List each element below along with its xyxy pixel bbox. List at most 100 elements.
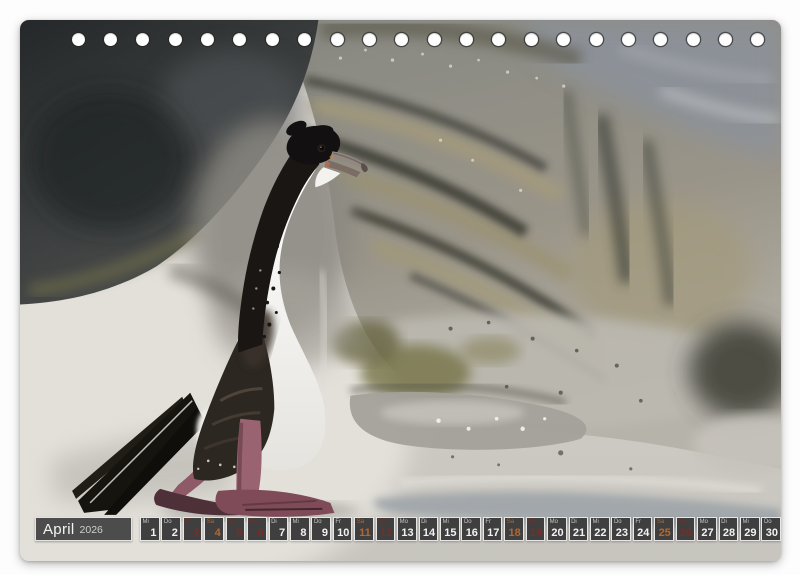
weekday-label: Mi bbox=[293, 519, 299, 525]
binding-hole bbox=[525, 33, 538, 46]
binding-hole bbox=[233, 33, 246, 46]
day-number: 5 bbox=[236, 528, 242, 539]
calendar-page: April 2026 Mi1Do2Fr3Sa4So5Mo6Di7Mi8Do9Fr… bbox=[20, 20, 781, 561]
day-number: 11 bbox=[359, 528, 371, 539]
binding-hole bbox=[719, 33, 732, 46]
weekday-label: Mi bbox=[743, 519, 749, 525]
binding-hole bbox=[169, 33, 182, 46]
weekday-label: So bbox=[378, 519, 385, 525]
day-number: 26 bbox=[680, 528, 692, 539]
day-cell-5: So5 bbox=[226, 517, 246, 541]
day-cell-25: Sa 25 bbox=[654, 517, 674, 541]
day-cell-17: Fr 17 bbox=[483, 517, 503, 541]
binding-hole bbox=[331, 33, 344, 46]
day-cell-7: Di7 bbox=[269, 517, 289, 541]
day-number: 2 bbox=[172, 528, 178, 539]
weekday-label: Di bbox=[271, 519, 277, 525]
day-cell-12: So 12 bbox=[376, 517, 396, 541]
day-number: 20 bbox=[551, 528, 563, 539]
day-number: 14 bbox=[423, 528, 435, 539]
weekday-label: Mi bbox=[143, 519, 149, 525]
binding-hole bbox=[590, 33, 603, 46]
day-cell-9: Do9 bbox=[311, 517, 331, 541]
weekday-label: So bbox=[528, 519, 535, 525]
day-number: 19 bbox=[530, 528, 542, 539]
day-cell-19: So 19 bbox=[526, 517, 546, 541]
day-number: 4 bbox=[215, 528, 221, 539]
binding-hole bbox=[622, 33, 635, 46]
day-number: 13 bbox=[401, 528, 413, 539]
weekday-label: Mo bbox=[250, 519, 258, 525]
day-number: 18 bbox=[509, 528, 521, 539]
day-cell-27: Mo27 bbox=[697, 517, 717, 541]
weekday-label: Sa bbox=[507, 519, 514, 525]
weekday-label: Do bbox=[464, 519, 472, 525]
day-cell-2: Do2 bbox=[161, 517, 181, 541]
day-number: 15 bbox=[444, 528, 456, 539]
weekday-label: Fr bbox=[335, 519, 341, 525]
weekday-label: Do bbox=[764, 519, 772, 525]
day-cell-24: Fr 24 bbox=[633, 517, 653, 541]
binding-hole bbox=[72, 33, 85, 46]
day-number: 27 bbox=[701, 528, 713, 539]
day-cell-11: Sa 11 bbox=[354, 517, 374, 541]
binding-hole bbox=[751, 33, 764, 46]
day-number: 12 bbox=[380, 528, 392, 539]
weekday-label: Mo bbox=[400, 519, 408, 525]
weekday-label: Fr bbox=[485, 519, 491, 525]
day-number: 3 bbox=[193, 528, 199, 539]
photo-cormorant-on-beach bbox=[20, 20, 781, 561]
day-cell-10: Fr 10 bbox=[333, 517, 353, 541]
day-number: 8 bbox=[300, 528, 306, 539]
weekday-label: Di bbox=[571, 519, 577, 525]
binding-hole bbox=[654, 33, 667, 46]
weekday-label: Mi bbox=[593, 519, 599, 525]
day-cell-29: Mi29 bbox=[740, 517, 760, 541]
weekday-label: Do bbox=[164, 519, 172, 525]
day-cell-13: Mo 13 bbox=[397, 517, 417, 541]
binding-hole bbox=[266, 33, 279, 46]
weekday-label: Fr bbox=[635, 519, 641, 525]
day-number: 25 bbox=[659, 528, 671, 539]
day-number: 7 bbox=[279, 528, 285, 539]
day-number: 23 bbox=[616, 528, 628, 539]
weekday-label: Mi bbox=[443, 519, 449, 525]
day-number: 28 bbox=[723, 528, 735, 539]
binding-hole bbox=[395, 33, 408, 46]
day-cell-4: Sa4 bbox=[204, 517, 224, 541]
year-label: 2026 bbox=[80, 523, 103, 536]
day-cell-3: Fr3 bbox=[183, 517, 203, 541]
day-cell-23: Do23 bbox=[611, 517, 631, 541]
calendar-product-shot: April 2026 Mi1Do2Fr3Sa4So5Mo6Di7Mi8Do9Fr… bbox=[0, 0, 800, 575]
day-cell-14: Di 14 bbox=[419, 517, 439, 541]
day-cell-26: So 26 bbox=[676, 517, 696, 541]
binding-hole bbox=[428, 33, 441, 46]
binding-hole bbox=[460, 33, 473, 46]
day-cell-18: Sa 18 bbox=[504, 517, 524, 541]
weekday-label: So bbox=[678, 519, 685, 525]
day-cell-1: Mi1 bbox=[140, 517, 160, 541]
day-number: 17 bbox=[487, 528, 499, 539]
weekday-label: Sa bbox=[357, 519, 364, 525]
day-number: 6 bbox=[258, 528, 264, 539]
binding-hole bbox=[492, 33, 505, 46]
month-bar: April 2026 bbox=[35, 517, 132, 541]
binding-hole bbox=[136, 33, 149, 46]
binding-hole bbox=[557, 33, 570, 46]
weekday-label: Sa bbox=[657, 519, 664, 525]
day-cell-15: Mi 15 bbox=[440, 517, 460, 541]
day-cell-28: Di 28 bbox=[719, 517, 739, 541]
day-number: 24 bbox=[637, 528, 649, 539]
day-number: 10 bbox=[337, 528, 349, 539]
day-number: 9 bbox=[322, 528, 328, 539]
day-number: 21 bbox=[573, 528, 585, 539]
binding-hole bbox=[687, 33, 700, 46]
weekday-label: So bbox=[228, 519, 235, 525]
day-number: 30 bbox=[766, 528, 778, 539]
day-cell-16: Do 16 bbox=[461, 517, 481, 541]
day-number: 22 bbox=[594, 528, 606, 539]
spiral-binding bbox=[20, 20, 781, 60]
weekday-label: Di bbox=[721, 519, 727, 525]
day-number: 16 bbox=[466, 528, 478, 539]
weekday-label: Di bbox=[421, 519, 427, 525]
